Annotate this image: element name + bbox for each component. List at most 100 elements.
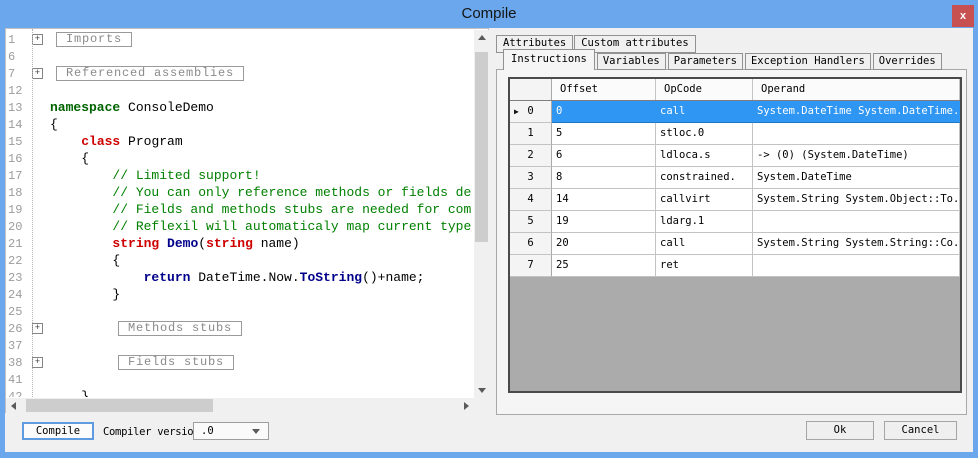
cell-offset[interactable]: 19 <box>552 211 656 233</box>
editor-horizontal-scrollbar[interactable] <box>6 398 474 413</box>
collapsed-region-box[interactable]: Referenced assemblies <box>56 66 245 81</box>
collapsed-region-box[interactable]: Fields stubs <box>118 355 235 370</box>
cell-offset[interactable]: 5 <box>552 123 656 145</box>
code-line[interactable]: 12 <box>6 82 474 99</box>
cell-operand[interactable]: System.DateTime <box>753 167 960 189</box>
ok-button[interactable]: Ok <box>806 421 874 440</box>
cell-operand[interactable]: System.String System.String::Co... <box>753 233 960 255</box>
editor-vertical-scrollbar[interactable] <box>474 30 489 398</box>
cell-opcode[interactable]: call <box>656 101 753 123</box>
code-line[interactable]: 16 { <box>6 150 474 167</box>
titlebar[interactable]: Compile x <box>0 0 978 28</box>
instructions-grid[interactable]: Offset OpCode Operand ▶ 0 0 call System.Date… <box>508 77 962 393</box>
instruction-row[interactable]: 4 14 callvirt System.String System.Object::… <box>510 189 960 211</box>
compile-button[interactable]: Compile <box>22 422 94 440</box>
code-line[interactable]: 13 namespace ConsoleDemo <box>6 99 474 116</box>
code-line[interactable]: 25 <box>6 303 474 320</box>
fold-expand-icon[interactable]: + <box>32 357 43 369</box>
code-line[interactable]: 21 string Demo(string name) <box>6 235 474 252</box>
collapsed-region-box[interactable]: Methods stubs <box>118 321 243 336</box>
code-line[interactable]: 22 { <box>6 252 474 269</box>
tab-overrides[interactable]: Overrides <box>872 53 942 70</box>
code-line[interactable]: 18 // You can only reference methods or … <box>6 184 474 201</box>
code-line[interactable]: 17 // Limited support! <box>6 167 474 184</box>
code-line[interactable]: 6 <box>6 48 474 65</box>
code-line[interactable]: 42 } <box>6 388 474 397</box>
code-line[interactable]: 26 + Methods stubs <box>6 320 474 337</box>
cell-opcode[interactable]: constrained. <box>656 167 753 189</box>
code-line[interactable]: 23 return DateTime.Now.ToString()+name; <box>6 269 474 286</box>
code-line[interactable]: 7 + Referenced assemblies <box>6 65 474 82</box>
cell-opcode[interactable]: call <box>656 233 753 255</box>
close-button[interactable]: x <box>952 5 974 27</box>
cell-offset[interactable]: 20 <box>552 233 656 255</box>
horizontal-scroll-thumb[interactable] <box>26 399 213 412</box>
scroll-right-button[interactable] <box>459 398 474 413</box>
cell-operand[interactable]: System.DateTime System.DateTime... <box>753 101 960 123</box>
collapsed-region-box[interactable]: Imports <box>56 32 133 47</box>
tab-exception-handlers[interactable]: Exception Handlers <box>744 53 871 70</box>
row-header[interactable]: 3 <box>510 167 552 189</box>
row-header[interactable]: 2 <box>510 145 552 167</box>
instruction-row[interactable]: 2 6 ldloca.s -> (0) (System.DateTime) <box>510 145 960 167</box>
chevron-right-icon <box>464 401 473 410</box>
scroll-up-button[interactable] <box>474 30 489 45</box>
scroll-down-button[interactable] <box>474 383 489 398</box>
code-line[interactable]: 38 + Fields stubs <box>6 354 474 371</box>
cell-offset[interactable]: 6 <box>552 145 656 167</box>
row-header[interactable]: 1 <box>510 123 552 145</box>
tab-variables[interactable]: Variables <box>596 53 666 70</box>
cell-offset[interactable]: 14 <box>552 189 656 211</box>
client-area: 1 + Imports 6 7 + Referenced assemblies 12 13 nam… <box>5 28 973 452</box>
tab-instructions[interactable]: Instructions <box>503 49 595 70</box>
code-line[interactable]: 19 // Fields and methods stubs are neede… <box>6 201 474 218</box>
cell-opcode[interactable]: stloc.0 <box>656 123 753 145</box>
code-line[interactable]: 20 // Reflexil will automaticaly map cur… <box>6 218 474 235</box>
cell-offset[interactable]: 0 <box>552 101 656 123</box>
code-text: { <box>50 253 121 268</box>
fold-expand-icon[interactable]: + <box>32 323 43 335</box>
instruction-row[interactable]: 7 25 ret <box>510 255 960 277</box>
instruction-row[interactable]: 3 8 constrained. System.DateTime <box>510 167 960 189</box>
code-line[interactable]: 41 <box>6 371 474 388</box>
cell-opcode[interactable]: callvirt <box>656 189 753 211</box>
instruction-row[interactable]: 1 5 stloc.0 <box>510 123 960 145</box>
code-line[interactable]: 24 } <box>6 286 474 303</box>
fold-expand-icon[interactable]: + <box>32 68 43 80</box>
row-header[interactable]: 4 <box>510 189 552 211</box>
compiler-version-select[interactable]: .0 <box>193 422 269 440</box>
code-line[interactable]: 1 + Imports <box>6 31 474 48</box>
dropdown-arrow-icon <box>252 429 260 438</box>
instruction-row[interactable]: ▶ 0 0 call System.DateTime System.DateTime..… <box>510 101 960 123</box>
vertical-scroll-thumb[interactable] <box>475 52 488 242</box>
fold-expand-icon[interactable]: + <box>32 34 43 46</box>
cell-offset[interactable]: 25 <box>552 255 656 277</box>
grid-header-operand[interactable]: Operand <box>753 79 960 100</box>
cell-opcode[interactable]: ldarg.1 <box>656 211 753 233</box>
cell-opcode[interactable]: ret <box>656 255 753 277</box>
row-header[interactable]: 7 <box>510 255 552 277</box>
grid-header-opcode[interactable]: OpCode <box>656 79 753 100</box>
cell-operand[interactable] <box>753 211 960 233</box>
row-header[interactable]: 6 <box>510 233 552 255</box>
cell-operand[interactable]: System.String System.Object::To... <box>753 189 960 211</box>
line-number: 15 <box>8 134 23 149</box>
code-line[interactable]: 14 { <box>6 116 474 133</box>
tab-parameters[interactable]: Parameters <box>667 53 743 70</box>
scroll-left-button[interactable] <box>6 398 21 413</box>
cell-operand[interactable] <box>753 123 960 145</box>
cancel-button[interactable]: Cancel <box>884 421 957 440</box>
instruction-row[interactable]: 5 19 ldarg.1 <box>510 211 960 233</box>
row-header[interactable]: 5 <box>510 211 552 233</box>
instruction-row[interactable]: 6 20 call System.String System.String::Co..… <box>510 233 960 255</box>
cell-offset[interactable]: 8 <box>552 167 656 189</box>
cell-operand[interactable] <box>753 255 960 277</box>
code-line[interactable]: 15 class Program <box>6 133 474 150</box>
cell-operand[interactable]: -> (0) (System.DateTime) <box>753 145 960 167</box>
line-number: 26 <box>8 321 23 336</box>
code-line[interactable]: 37 <box>6 337 474 354</box>
code-editor[interactable]: 1 + Imports 6 7 + Referenced assemblies 12 13 nam… <box>5 28 489 413</box>
row-header[interactable]: ▶ 0 <box>510 101 552 123</box>
cell-opcode[interactable]: ldloca.s <box>656 145 753 167</box>
grid-header-offset[interactable]: Offset <box>552 79 656 100</box>
